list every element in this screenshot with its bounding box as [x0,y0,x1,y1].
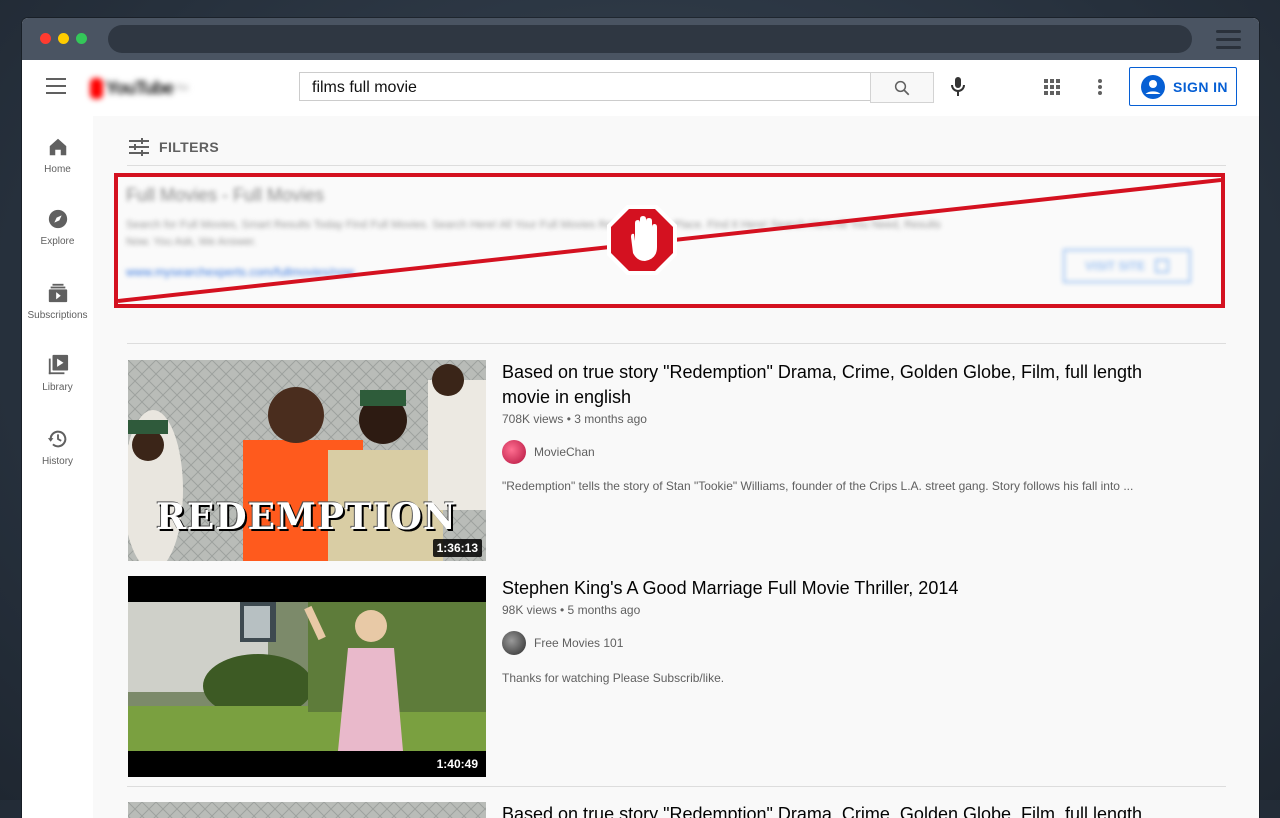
close-window-button[interactable] [40,33,51,44]
video-title[interactable]: Stephen King's A Good Marriage Full Movi… [502,576,1182,601]
sign-in-button[interactable]: SIGN IN [1129,67,1237,106]
video-title[interactable]: Based on true story "Redemption" Drama, … [502,802,1182,818]
sidebar-item-subscriptions[interactable]: Subscriptions [22,282,93,321]
thumbnail-title-text: REDEMPTION [156,496,457,538]
browser-chrome [22,18,1259,60]
sidebar-item-label: Library [42,382,73,393]
video-thumbnail[interactable]: 1:40:49 [128,576,486,777]
search-input[interactable]: films full movie [299,72,871,101]
history-icon [47,430,66,448]
microphone-icon[interactable] [948,76,968,103]
video-title[interactable]: Based on true story "Redemption" Drama, … [502,360,1182,410]
filters-button[interactable]: FILTERS [129,138,219,156]
tune-icon [129,138,149,156]
search-icon [894,80,910,95]
compass-icon [48,209,67,229]
sidebar-item-home[interactable]: Home [22,136,93,175]
divider [127,165,1226,166]
search-button[interactable] [870,72,934,103]
logo-text: YouTube [105,77,174,98]
guide-menu-icon[interactable] [46,78,66,99]
sidebar-item-label: History [41,456,74,467]
video-duration: 1:36:13 [432,539,482,557]
channel-link[interactable]: MovieChan [502,440,595,464]
video-thumbnail[interactable] [128,802,486,818]
minimize-window-button[interactable] [58,33,69,44]
browser-window: YouTube TH films full movie SIGN IN Home… [22,18,1259,818]
channel-link[interactable]: Free Movies 101 [502,631,623,655]
apps-grid-icon[interactable] [1044,79,1060,95]
sidebar-item-label: Home [44,164,71,175]
thumbnail-image [128,802,486,818]
video-description: "Redemption" tells the story of Stan "To… [502,479,1134,493]
video-thumbnail[interactable]: REDEMPTION 1:36:13 [128,360,486,561]
stop-hand-icon [607,205,677,275]
browser-menu-icon[interactable] [1216,30,1241,54]
sidebar: Home Explore Subscriptions Library Histo… [22,116,93,818]
address-bar[interactable] [108,25,1192,53]
sidebar-item-history[interactable]: History [22,428,93,467]
video-meta: 98K views • 5 months ago [502,603,641,617]
thumbnail-image [128,576,486,777]
maximize-window-button[interactable] [76,33,87,44]
channel-name[interactable]: Free Movies 101 [534,636,623,650]
divider [127,786,1226,787]
youtube-play-logo-icon [90,77,103,99]
account-circle-icon [1141,74,1165,99]
filters-label: FILTERS [159,139,220,155]
divider [127,343,1226,344]
library-icon [48,354,68,375]
blocked-ad: Full Movies - Full Movies Search for Ful… [114,173,1225,308]
video-description: Thanks for watching Please Subscrib/like… [502,671,725,685]
home-icon [49,138,66,156]
youtube-logo[interactable]: YouTube TH [90,75,188,101]
channel-avatar[interactable] [502,631,526,655]
youtube-header: YouTube TH films full movie SIGN IN [22,60,1259,116]
sidebar-item-label: Subscriptions [27,310,88,321]
sidebar-item-explore[interactable]: Explore [22,208,93,247]
logo-country: TH [176,83,188,93]
sign-in-label: SIGN IN [1173,78,1228,95]
sidebar-item-label: Explore [40,236,75,247]
sidebar-item-library[interactable]: Library [22,354,93,393]
subscriptions-icon [48,283,67,303]
window-controls [40,33,87,44]
search-results: FILTERS Full Movies - Full Movies Search… [93,116,1259,818]
channel-name[interactable]: MovieChan [534,445,595,459]
video-duration: 1:40:49 [432,755,482,773]
more-options-icon[interactable] [1098,79,1102,97]
channel-avatar[interactable] [502,440,526,464]
video-meta: 708K views • 3 months ago [502,412,647,426]
